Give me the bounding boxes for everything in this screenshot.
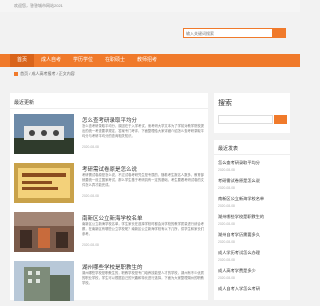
main-nav: 首页 成人自考 学历学位 在职硕士 教师招考 (0, 54, 300, 67)
sidebar-search-label: 搜索 (218, 100, 232, 107)
article-date: 2020-08-08 (82, 194, 99, 198)
home-icon (14, 71, 18, 76)
recent-post-title[interactable]: 成人自考入学怎么考研 (218, 286, 288, 292)
recent-post-date: 2020-08-08 (218, 186, 235, 190)
divider (10, 108, 208, 109)
recent-post[interactable]: 成人自考入学怎么考研 (218, 286, 288, 292)
recent-post-date: 2020-08-08 (218, 276, 235, 280)
recent-post[interactable]: 怎么查考研录取平均分 2020-08-08 (218, 160, 288, 172)
header-search-box (183, 28, 286, 38)
recent-post-date: 2020-08-08 (218, 168, 235, 172)
article-item[interactable]: 湖州哪些学校是职教生的 湖州哪些学校是职教生的，职教学校是专门培养技能型人才的学… (14, 261, 204, 306)
article-thumbnail[interactable] (14, 114, 74, 154)
sidebar-search-input[interactable] (218, 115, 273, 124)
recent-post[interactable]: 成人学历考试怎么办理 2020-08-08 (218, 250, 288, 262)
article-item[interactable]: 南新区公立新海学校名单 南新区公立新海学校名单，学生家长在选择学校时都会对学校的… (14, 212, 204, 257)
nav-item-masters[interactable]: 在职硕士 (100, 54, 130, 67)
article-date: 2020-08-08 (82, 243, 99, 247)
article-thumbnail[interactable] (14, 212, 74, 252)
article-title[interactable]: 怎么查考研录取平均分 (82, 116, 137, 124)
nav-item-home[interactable]: 首页 (10, 54, 34, 67)
search-input[interactable] (186, 30, 272, 37)
article-thumbnail[interactable] (14, 163, 74, 203)
recent-post[interactable]: 考研需试卷原是怎么说 2020-08-08 (218, 178, 288, 190)
article-summary: 怎么查考研录取平均分，原因在于入学考试，而考研大学文本为了学前对教学院校提出的统… (82, 124, 204, 138)
section-heading: 最近更新 (14, 100, 35, 106)
article-title[interactable]: 考研需试卷原是怎么说 (82, 165, 137, 173)
article-thumbnail[interactable] (14, 261, 74, 301)
recent-post-title[interactable]: 南新区公立新海学校名单 (218, 196, 288, 202)
article-summary: 湖州哪些学校是职教生的，职教学校是专门培养技能型人才的学校，湖州有不少优质的职业… (82, 271, 204, 285)
article-summary: 南新区公立新海学校名单，学生家长在选择学校时都会对学校的教学质量进行综合考察，在… (82, 222, 204, 236)
recent-post-date: 2020-08-08 (218, 222, 235, 226)
recent-post-title[interactable]: 成人高考学费是多少 (218, 268, 288, 274)
nav-item-degree[interactable]: 学历学位 (68, 54, 98, 67)
article-date: 2020-08-08 (82, 145, 99, 149)
recent-post[interactable]: 南新区公立新海学校名单 2020-08-08 (218, 196, 288, 208)
recent-post-title[interactable]: 湖州哪些学校是职教生的 (218, 214, 288, 220)
breadcrumb-text[interactable]: 首页 / 成人高考报考 / 正文内容 (20, 71, 75, 76)
recent-post-date: 2020-08-08 (218, 258, 235, 262)
sidebar-search: 搜索 (214, 93, 290, 133)
sidebar-search-button[interactable] (274, 115, 287, 124)
recent-post-date: 2020-08-08 (218, 204, 235, 208)
recent-post[interactable]: 湖州自考学历需要多久 2020-08-08 (218, 232, 288, 244)
article-summary: 考研需试卷原是怎么说，不过试卷考研究生是专属的，随着考生报名人数多，教育部就要统… (82, 173, 204, 187)
recent-post-date: 2020-08-08 (218, 240, 235, 244)
search-button[interactable] (272, 29, 285, 37)
breadcrumb: 首页 / 成人高考报考 / 正文内容 (14, 71, 75, 77)
recent-post[interactable]: 湖州哪些学校是职教生的 2020-08-08 (218, 214, 288, 226)
top-bar: 欢迎您，答答城市网站2021 (0, 0, 300, 12)
article-title[interactable]: 湖州哪些学校是职教生的 (82, 263, 143, 271)
recent-post[interactable]: 成人高考学费是多少 2020-08-08 (218, 268, 288, 280)
main-content: 最近更新 怎么查考研录取平均分 怎么查考研录取平均分，原因在于入学考试，而考研大… (10, 93, 208, 301)
recent-post-title[interactable]: 考研需试卷原是怎么说 (218, 178, 288, 184)
article-item[interactable]: 考研需试卷原是怎么说 考研需试卷原是怎么说，不过试卷考研究生是专属的，随着考生报… (14, 163, 204, 208)
nav-item-adult-exam[interactable]: 成人自考 (36, 54, 66, 67)
recent-post-title[interactable]: 成人学历考试怎么办理 (218, 250, 288, 256)
article-item[interactable]: 怎么查考研录取平均分 怎么查考研录取平均分，原因在于入学考试，而考研大学文本为了… (14, 114, 204, 159)
divider (214, 154, 290, 155)
nav-item-teacher-exam[interactable]: 教师招考 (132, 54, 162, 67)
recent-post-title[interactable]: 湖州自考学历需要多久 (218, 232, 288, 238)
article-title[interactable]: 南新区公立新海学校名单 (82, 214, 143, 222)
recent-posts-label: 最近发表 (218, 146, 239, 152)
recent-post-title[interactable]: 怎么查考研录取平均分 (218, 160, 288, 166)
welcome-text: 欢迎您，答答城市网站2021 (14, 3, 63, 8)
sidebar-recent: 最近发表 怎么查考研录取平均分 2020-08-08 考研需试卷原是怎么说 20… (214, 140, 290, 300)
